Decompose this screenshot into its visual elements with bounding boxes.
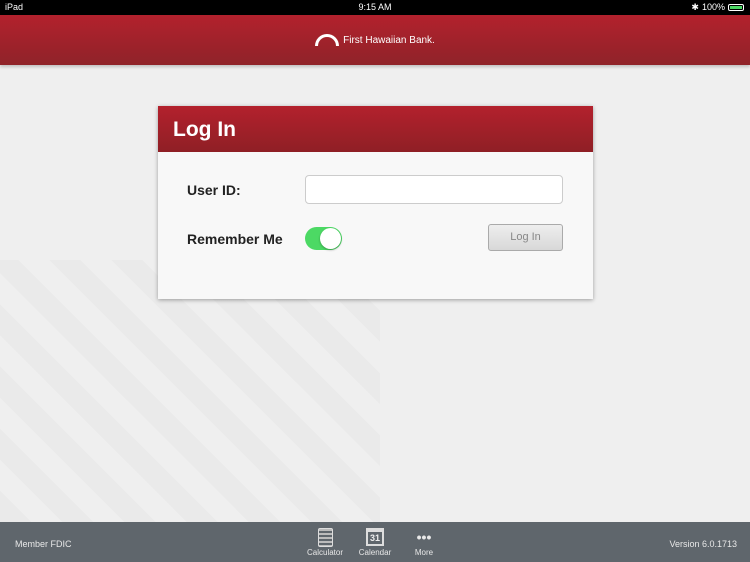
member-fdic: Member FDIC	[15, 539, 72, 549]
clock: 9:15 AM	[358, 2, 392, 12]
tab-label: More	[414, 548, 434, 557]
user-id-label: User ID:	[187, 182, 241, 198]
tab-label: Calculator	[306, 548, 343, 557]
battery-percent: 100%	[701, 2, 725, 12]
app-header: First Hawaiian Bank.	[0, 15, 750, 65]
version-label: Version 6.0.1713	[669, 539, 737, 549]
tab-calculator[interactable]: Calculator	[300, 526, 350, 557]
calendar-icon: 31	[366, 528, 384, 546]
login-panel: Log In User ID: Remember Me Log In	[158, 106, 593, 299]
tab-more[interactable]: ••• More	[399, 526, 449, 557]
background-pattern	[0, 260, 380, 522]
bluetooth-icon: ✱	[691, 2, 699, 12]
login-button[interactable]: Log In	[488, 224, 563, 251]
brand-name: First Hawaiian Bank.	[343, 34, 435, 46]
status-bar: iPad 9:15 AM ✱ 100%	[0, 0, 750, 15]
tab-label: Calendar	[358, 548, 392, 557]
more-icon: •••	[416, 529, 432, 545]
bank-logo-icon	[315, 34, 340, 46]
login-title: Log In	[158, 106, 593, 152]
footer-bar: Member FDIC Calculator 31 Calendar ••• Mor…	[0, 522, 750, 562]
remember-me-label: Remember Me	[187, 231, 283, 247]
remember-me-toggle[interactable]	[305, 227, 342, 250]
user-id-input[interactable]	[305, 175, 563, 204]
tab-calendar[interactable]: 31 Calendar	[350, 526, 400, 557]
battery-icon	[728, 4, 744, 11]
calculator-icon	[317, 527, 333, 547]
